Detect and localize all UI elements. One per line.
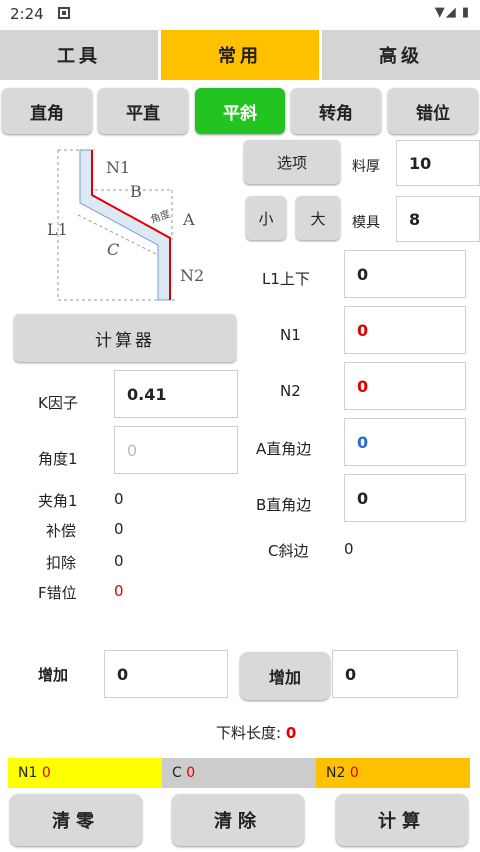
summary-c: C 0 <box>162 758 316 788</box>
options-button[interactable]: 选项 <box>244 140 340 184</box>
diagram-label-n2: N2 <box>180 266 205 285</box>
compensation-label: 补偿 <box>46 522 77 540</box>
subtab-corner[interactable]: 转角 <box>291 88 381 134</box>
f-offset-label: F错位 <box>38 584 77 602</box>
cut-length-label: 下料长度: <box>216 724 282 742</box>
cut-length-value: 0 <box>285 724 297 742</box>
subtab-offset[interactable]: 错位 <box>388 88 478 134</box>
l1-label: L1上下 <box>262 270 310 288</box>
status-time: 2:24 <box>10 5 44 23</box>
subtab-right-angle[interactable]: 直角 <box>2 88 92 134</box>
k-factor-label: K因子 <box>38 394 78 412</box>
increase-label: 增加 <box>38 666 69 684</box>
increase-left-input[interactable]: 0 <box>104 650 228 698</box>
tab-common[interactable]: 常用 <box>161 30 319 80</box>
n2-label: N2 <box>280 382 301 400</box>
b-side-label: B直角边 <box>256 496 312 514</box>
notification-icon <box>58 7 70 19</box>
increase-button[interactable]: 增加 <box>240 652 330 700</box>
thickness-label: 料厚 <box>352 159 380 175</box>
l1-input[interactable]: 0 <box>344 250 466 298</box>
compensation-value: 0 <box>114 520 124 538</box>
tab-advanced[interactable]: 高级 <box>322 30 480 80</box>
die-label: 模具 <box>352 215 380 231</box>
status-bar: 2:24 ▼◢ ▮ <box>0 0 480 28</box>
angle1-input[interactable]: 0 <box>114 426 238 474</box>
a-side-input[interactable]: 0 <box>344 418 466 466</box>
die-input[interactable]: 8 <box>396 196 480 242</box>
thickness-input[interactable]: 10 <box>396 140 480 186</box>
n1-input[interactable]: 0 <box>344 306 466 354</box>
summary-n2: N2 0 <box>316 758 470 788</box>
diagram-label-a: A <box>183 210 195 229</box>
diagram-label-b: B <box>130 182 142 201</box>
n1-label: N1 <box>280 326 301 344</box>
diagram-label-c: C <box>107 240 120 259</box>
b-side-input[interactable]: 0 <box>344 474 466 522</box>
summary-n1: N1 0 <box>8 758 162 788</box>
zero-button[interactable]: 清零 <box>10 794 142 846</box>
calculator-button[interactable]: 计算器 <box>14 314 236 362</box>
included-angle-value: 0 <box>114 490 124 508</box>
a-side-label: A直角边 <box>256 440 312 458</box>
cut-length: 下料长度: 0 <box>216 722 296 743</box>
increase-right-input[interactable]: 0 <box>332 650 458 698</box>
n2-input[interactable]: 0 <box>344 362 466 410</box>
clear-button[interactable]: 清除 <box>172 794 304 846</box>
included-angle-label: 夹角1 <box>38 492 78 510</box>
k-factor-input[interactable]: 0.41 <box>114 370 238 418</box>
large-button[interactable]: 大 <box>296 196 340 240</box>
subtab-flat-slant[interactable]: 平斜 <box>195 88 285 134</box>
deduction-value: 0 <box>114 552 124 570</box>
angle1-label: 角度1 <box>38 450 78 468</box>
f-offset-value: 0 <box>114 582 124 600</box>
signal-battery-icon: ▼◢ ▮ <box>434 5 470 20</box>
diagram-label-l1: L1 <box>47 220 68 239</box>
diagram-label-n1: N1 <box>106 158 131 177</box>
small-button[interactable]: 小 <box>246 196 286 240</box>
calculate-button[interactable]: 计算 <box>336 794 468 846</box>
subtab-flat-straight[interactable]: 平直 <box>98 88 188 134</box>
c-slant-value: 0 <box>344 540 354 558</box>
c-slant-label: C斜边 <box>268 542 309 560</box>
tab-tools[interactable]: 工具 <box>0 30 158 80</box>
deduction-label: 扣除 <box>46 554 77 572</box>
